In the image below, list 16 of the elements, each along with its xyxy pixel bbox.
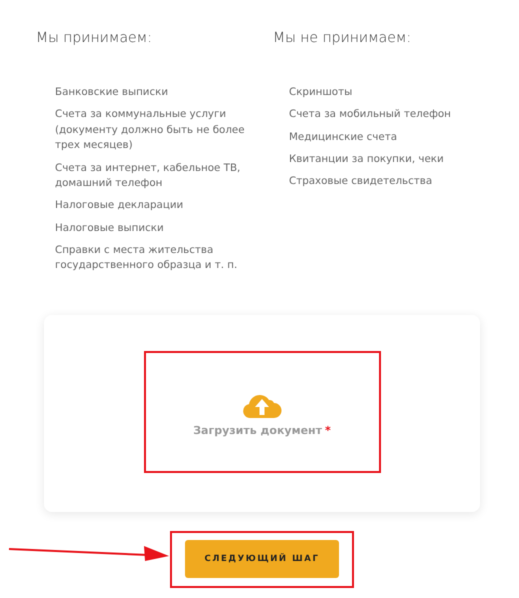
document-type-item: Медицинские счета [289,130,398,145]
document-type-item: Справки с места жительства государственного образца и т. п. [55,242,238,274]
document-type-item: Страховые свидетельства [289,174,434,190]
document-type-item: Счета за коммунальные услуги (документу должно быть не более трех месяцев) [55,107,246,154]
required-mark: * [325,424,331,438]
document-type-item: Налоговые выписки [55,220,165,236]
next-step-button[interactable]: СЛЕДУЮЩИЙ ШАГ [185,540,339,578]
document-type-item: Налоговые декларации [55,198,184,214]
upload-button[interactable]: Загрузить документ * [146,352,378,471]
document-type-item: Скриншоты [289,85,354,100]
section-heading: Мы принимаем: [36,29,153,48]
document-type-item: Счета за мобильный телефон [289,107,452,122]
document-type-item: Счета за интернет, кабельное ТВ, домашний телефон [55,160,242,192]
document-type-item: Банковские выписки [55,85,170,100]
section-heading: Мы не принимаем: [273,29,412,48]
document-type-item: Квитанции за покупки, чеки [289,152,445,167]
